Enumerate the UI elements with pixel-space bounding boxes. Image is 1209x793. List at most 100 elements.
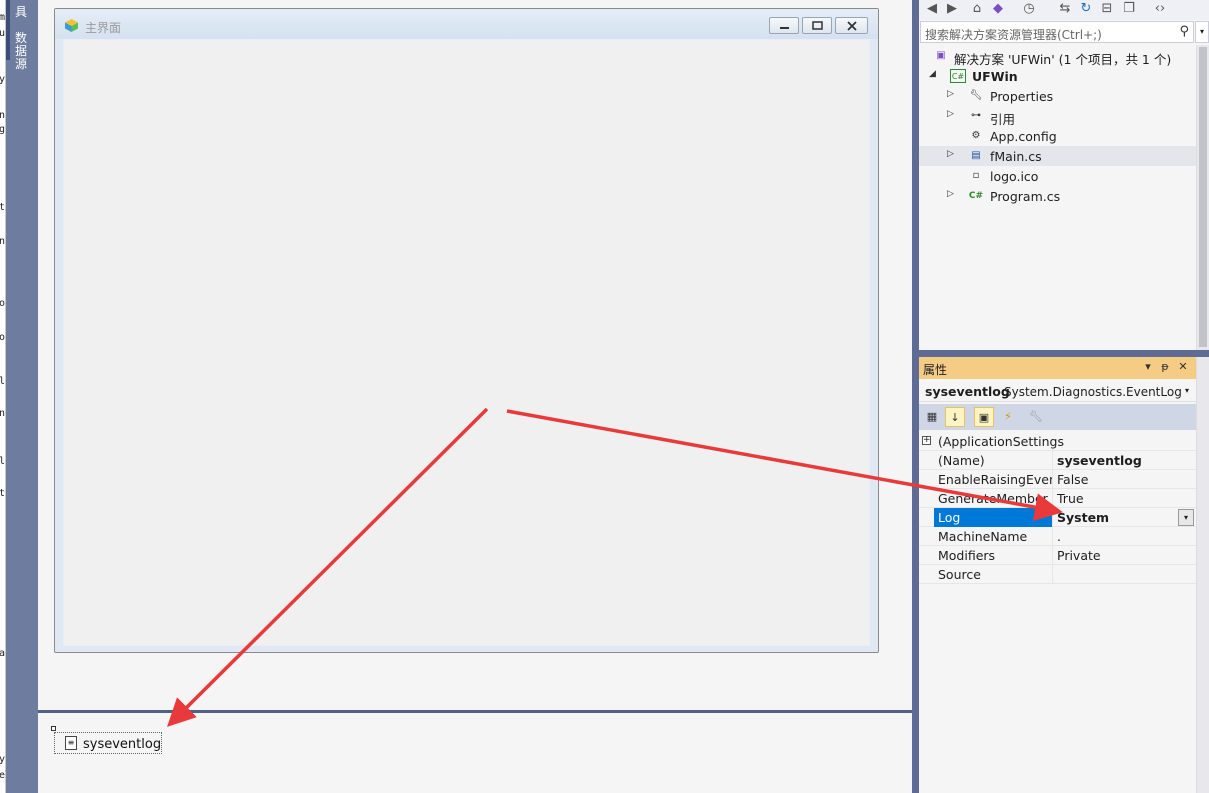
property-value[interactable]: .	[1053, 527, 1196, 546]
vs-icon[interactable]: ◆	[989, 0, 1007, 18]
property-row-enableraisingevents[interactable]: EnableRaisingEvents False	[919, 470, 1196, 489]
expander-icon[interactable]: ▷	[947, 189, 957, 199]
expander-icon[interactable]: ▷	[947, 109, 957, 119]
close-button[interactable]	[835, 17, 868, 34]
form-file-icon: ▤	[971, 150, 981, 161]
search-options-dropdown[interactable]: ▾	[1195, 21, 1209, 43]
home-icon[interactable]: ⌂	[968, 0, 986, 18]
properties-panel: 属性 ▾ ᵽ ✕ syseventlog System.Diagnostics.…	[919, 357, 1196, 793]
tree-item-app-config[interactable]: ⚙︎ App.config	[919, 126, 1196, 146]
tree-item-references[interactable]: ▷ ⊶ 引用	[919, 106, 1196, 127]
properties-header[interactable]: 属性 ▾ ᵽ ✕	[919, 357, 1196, 379]
solution-search-input[interactable]: 搜索解决方案资源管理器(Ctrl+;) ⚲	[920, 21, 1194, 43]
property-pages-icon[interactable]: 🔧︎	[1026, 407, 1046, 427]
tree-item-fmain[interactable]: ▷ ▤ fMain.cs	[919, 146, 1196, 166]
property-row-source[interactable]: Source	[919, 565, 1196, 584]
property-row-name[interactable]: (Name) syseventlog	[919, 451, 1196, 470]
history-icon[interactable]: ◷	[1020, 0, 1038, 18]
back-icon[interactable]: ◀	[923, 0, 941, 18]
code-icon[interactable]: ‹›	[1151, 0, 1169, 18]
form-titlebar[interactable]: 主界面	[55, 9, 878, 39]
form-client-area[interactable]	[63, 39, 870, 646]
object-type: System.Diagnostics.EventLog	[1004, 385, 1182, 399]
data-sources-side-tab[interactable]: 具 数据源	[6, 0, 38, 793]
properties-view-icon[interactable]: ▣	[974, 407, 994, 427]
tree-item-solution[interactable]: ▣ 解决方案 'UFWin' (1 个项目，共 1 个)	[919, 46, 1196, 67]
strip-char: g	[0, 124, 6, 135]
eventlog-component-label: syseventlog	[83, 737, 162, 752]
property-name: Source	[934, 565, 1053, 584]
collapse-icon[interactable]: ⊟	[1098, 0, 1116, 18]
close-icon	[847, 21, 857, 31]
pin-icon[interactable]: ᵽ	[1158, 360, 1172, 376]
designed-form-window[interactable]: 主界面	[54, 8, 879, 653]
forward-icon[interactable]: ▶	[943, 0, 961, 18]
properties-toolbar: ▦ ↓ ▣ ⚡ 🔧︎	[919, 404, 1196, 430]
maximize-button[interactable]	[802, 17, 832, 34]
categorized-icon[interactable]: ▦	[922, 407, 942, 427]
chevron-down-icon[interactable]: ▾	[1185, 386, 1189, 395]
component-tray-separator	[38, 710, 912, 713]
object-name: syseventlog	[925, 384, 1010, 399]
strip-char: t	[0, 202, 6, 213]
scrollbar-thumb[interactable]	[1199, 47, 1207, 347]
minimize-button[interactable]	[769, 17, 799, 34]
form-designer[interactable]: 主界面 ≡ syseventlog	[38, 0, 912, 793]
property-value[interactable]: Private	[1053, 546, 1196, 565]
expander-icon[interactable]: ◢	[929, 69, 939, 79]
property-value[interactable]: True	[1053, 489, 1196, 508]
right-scrollbar[interactable]	[1196, 357, 1209, 793]
selection-handle[interactable]	[51, 726, 56, 731]
property-row-generatemember[interactable]: GenerateMember True	[919, 489, 1196, 508]
config-file-icon: ⚙︎	[971, 130, 981, 141]
events-icon[interactable]: ⚡	[998, 407, 1018, 427]
side-tab-top-label: 具	[15, 5, 28, 19]
alphabetical-icon[interactable]: ↓	[945, 407, 965, 427]
side-tab-text: 数据源	[15, 31, 28, 71]
property-row-modifiers[interactable]: Modifiers Private	[919, 546, 1196, 565]
search-placeholder: 搜索解决方案资源管理器(Ctrl+;)	[925, 28, 1102, 42]
solution-explorer-toolbar: ◀ ▶ ⌂ ◆ ◷ ⇆ ↻ ⊟ ❐ ‹›	[919, 0, 1209, 20]
csharp-file-icon: C#	[968, 191, 984, 201]
tree-item-properties[interactable]: ▷ 🔧︎ Properties	[919, 86, 1196, 106]
tree-item-program[interactable]: ▷ C# Program.cs	[919, 186, 1196, 206]
property-value[interactable]	[1053, 565, 1196, 584]
property-name: GenerateMember	[934, 489, 1053, 508]
swap-icon[interactable]: ⇆	[1056, 0, 1074, 18]
dock-horizontal-splitter[interactable]	[919, 350, 1209, 357]
eventlog-component[interactable]: ≡ syseventlog	[54, 732, 162, 754]
tree-item-project[interactable]: ◢ C# UFWin	[919, 66, 1196, 86]
expander-icon[interactable]: ▷	[947, 89, 957, 99]
property-value[interactable]: False	[1053, 470, 1196, 489]
property-row-log[interactable]: Log System ▾	[919, 508, 1196, 527]
expand-icon[interactable]: +	[922, 436, 931, 445]
property-value[interactable]: System	[1053, 508, 1196, 527]
properties-title: 属性	[923, 363, 948, 377]
strip-char: l	[0, 456, 6, 467]
strip-char: a	[0, 648, 6, 659]
side-tab-label: 具 数据源	[15, 6, 29, 71]
copy-icon[interactable]: ❐	[1120, 0, 1138, 18]
tree-item-logo[interactable]: ▫ logo.ico	[919, 166, 1196, 186]
refresh-icon[interactable]: ↻	[1077, 0, 1095, 18]
eventlog-icon: ≡	[65, 736, 77, 750]
minimize-icon	[780, 27, 789, 29]
solution-explorer-scrollbar[interactable]	[1196, 45, 1209, 350]
maximize-icon	[812, 21, 823, 30]
object-selector[interactable]: syseventlog System.Diagnostics.EventLog …	[919, 380, 1196, 402]
panel-menu-icon[interactable]: ▾	[1141, 360, 1155, 376]
property-value[interactable]: syseventlog	[1053, 451, 1196, 470]
tree-item-label: UFWin	[972, 69, 1018, 84]
dock-splitter[interactable]	[912, 0, 919, 793]
property-name: (ApplicationSettings	[938, 434, 1064, 449]
search-icon[interactable]: ⚲	[1179, 24, 1189, 39]
tree-item-label: App.config	[990, 129, 1057, 144]
expander-icon[interactable]: ▷	[947, 149, 957, 159]
strip-char: n	[0, 408, 6, 419]
tree-item-label: Properties	[990, 89, 1054, 104]
property-row-machinename[interactable]: MachineName .	[919, 527, 1196, 546]
chevron-down-icon[interactable]: ▾	[1178, 509, 1194, 526]
close-panel-icon[interactable]: ✕	[1176, 360, 1190, 376]
property-row-applicationsettings[interactable]: + (ApplicationSettings	[919, 432, 1196, 451]
strip-char: t	[0, 488, 6, 499]
